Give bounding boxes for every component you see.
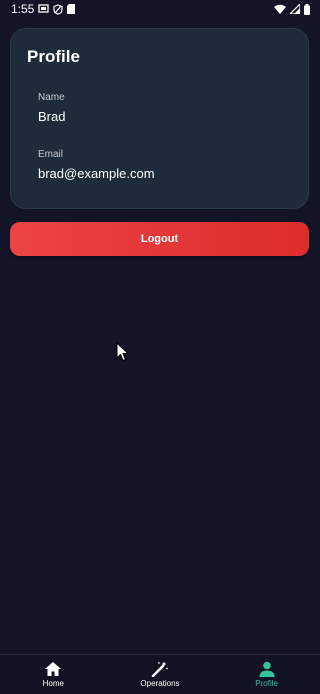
nav-item-operations[interactable]: Operations xyxy=(107,655,213,694)
sim-card-icon xyxy=(67,4,76,14)
nav-label-home: Home xyxy=(42,679,64,688)
logout-button[interactable]: Logout xyxy=(10,222,309,256)
profile-card: Profile Name Brad Email brad@example.com xyxy=(10,28,309,209)
nav-label-operations: Operations xyxy=(140,679,180,688)
nav-item-home[interactable]: Home xyxy=(0,655,106,694)
name-value: Brad xyxy=(38,109,66,124)
email-label: Email xyxy=(38,149,64,160)
magic-wand-icon xyxy=(151,661,169,677)
signal-icon xyxy=(290,4,300,14)
bottom-navigation: Home Operations Profile xyxy=(0,654,320,694)
status-time: 1:55 xyxy=(11,2,35,16)
email-value: brad@example.com xyxy=(38,166,155,181)
status-right xyxy=(274,3,310,15)
status-left: 1:55 xyxy=(11,2,76,16)
nav-label-profile: Profile xyxy=(255,679,278,688)
home-icon xyxy=(44,661,62,677)
person-icon xyxy=(258,661,276,677)
mouse-cursor-icon xyxy=(116,341,130,367)
screen-icon xyxy=(38,4,50,14)
page-title: Profile xyxy=(27,47,80,66)
status-bar: 1:55 xyxy=(0,0,320,18)
name-label: Name xyxy=(38,92,65,103)
wifi-icon xyxy=(274,4,286,14)
battery-icon xyxy=(304,3,310,15)
nav-item-profile[interactable]: Profile xyxy=(214,655,320,694)
shield-icon xyxy=(53,3,63,15)
